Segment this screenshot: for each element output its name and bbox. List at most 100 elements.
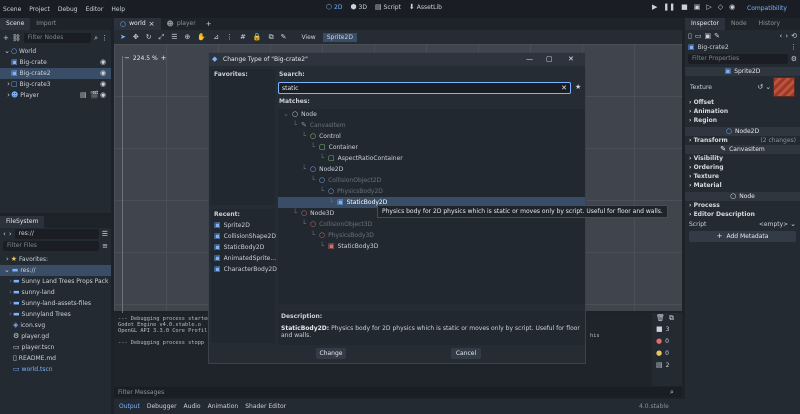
back-icon[interactable]: ‹ [780, 32, 783, 40]
scene-node-big-crate2[interactable]: ▣ Big-crate2 ◉ [0, 68, 111, 79]
tab-import[interactable]: Import [30, 18, 62, 30]
open-resource-icon[interactable]: ▭ [695, 32, 702, 40]
new-resource-icon[interactable]: ▯ [688, 32, 692, 40]
fs-item-folder[interactable]: › ▬ Sunny Land Trees Props Pack [0, 276, 111, 287]
chevron-down-icon[interactable]: └ [310, 177, 316, 184]
recent-item[interactable]: ▣ CollisionShape2D [211, 231, 276, 242]
chevron-down-icon[interactable]: └ [310, 232, 316, 239]
match-node-physicsbody3d[interactable]: └ ○ PhysicsBody3D [278, 230, 585, 241]
chevron-down-icon[interactable]: └ [328, 199, 334, 206]
scene-tab-world[interactable]: ○ world × [114, 18, 161, 30]
log-filter-warning[interactable]: ● 0 [652, 347, 682, 359]
play-scene-icon[interactable]: ▷ [706, 4, 711, 11]
match-node-staticbody3d[interactable]: └ ▣ StaticBody3D [278, 241, 585, 252]
play-custom-icon[interactable]: ◇ [718, 4, 723, 11]
tab-debugger[interactable]: Debugger [147, 403, 177, 410]
chevron-down-icon[interactable]: ⌄ [3, 48, 11, 55]
list-view-icon[interactable]: ≡ [102, 242, 108, 250]
chevron-down-icon[interactable]: └ [301, 133, 307, 140]
fs-item-res[interactable]: ⌄ ▬ res:// [0, 265, 111, 276]
menu-debug[interactable]: Debug [58, 6, 78, 13]
scene-tab-player[interactable]: ☻ player [161, 18, 202, 30]
tab-node[interactable]: Node [725, 18, 753, 30]
select-list-icon[interactable]: ☰ [171, 33, 177, 41]
remote-icon[interactable]: ▣ [694, 4, 701, 11]
group-editor-description[interactable]: › Editor Description [689, 210, 800, 219]
fs-item-file[interactable]: ▯ README.md [0, 353, 111, 364]
chevron-down-icon[interactable]: └ [310, 144, 316, 151]
change-button[interactable]: Change [316, 348, 346, 359]
script-value[interactable]: <empty> [759, 221, 788, 228]
filter-properties-input[interactable]: Filter Properties [688, 54, 788, 64]
workspace-script[interactable]: ▤ Script [375, 4, 401, 12]
type-search-input[interactable]: static ✕ [278, 82, 571, 94]
revert-icon[interactable]: ↺ [757, 83, 763, 91]
visibility-eye-icon[interactable]: ◉ [100, 81, 106, 88]
log-filter-message[interactable]: ▤ 2 [652, 359, 682, 371]
match-node-collisionobject2d[interactable]: └ ○ CollisionObject2D [278, 175, 585, 186]
tab-history[interactable]: History [753, 18, 786, 30]
group-offset[interactable]: › Offset [689, 98, 800, 107]
group-material[interactable]: › Material [689, 181, 800, 190]
add-node-icon[interactable]: + [3, 34, 9, 42]
texture-thumbnail[interactable] [773, 77, 795, 97]
match-node-control[interactable]: └ ○ Control [278, 131, 585, 142]
movie-icon[interactable]: ◉ [729, 4, 735, 11]
match-node-physicsbody2d[interactable]: └ ○ PhysicsBody2D [278, 186, 585, 197]
tab-audio[interactable]: Audio [184, 403, 201, 410]
fs-item-file[interactable]: ▭ player.tscn [0, 342, 111, 353]
group-icon[interactable]: ⧉ [269, 33, 274, 41]
tab-scene[interactable]: Scene [0, 18, 31, 30]
zoom-out-icon[interactable]: − [124, 55, 130, 62]
ruler-tool-icon[interactable]: ⊿ [213, 33, 219, 41]
fs-item-folder[interactable]: › ▬ Sunny-land-assets-files [0, 298, 111, 309]
chevron-down-icon[interactable]: └ [319, 155, 325, 162]
scene-icon[interactable]: 🎬 [90, 92, 99, 99]
group-process[interactable]: › Process [689, 201, 800, 210]
chevron-down-icon[interactable]: └ [292, 210, 298, 217]
chevron-down-icon[interactable]: └ [292, 122, 298, 129]
log-filter-info[interactable]: ■ 3 [652, 323, 682, 335]
chevron-down-icon[interactable]: └ [319, 188, 325, 195]
menu-editor[interactable]: Editor [86, 6, 104, 13]
history-icon[interactable]: ⟲ [791, 32, 797, 40]
link-icon[interactable]: ⛓ [12, 34, 21, 42]
scene-node-world[interactable]: ⌄ ○ World [0, 46, 111, 57]
menu-project[interactable]: Project [29, 6, 50, 13]
visibility-eye-icon[interactable]: ◉ [100, 92, 106, 99]
menu-scene[interactable]: Scene [3, 6, 21, 13]
match-node-aspectratiocontainer[interactable]: └ ▢ AspectRatioContainer [278, 153, 585, 164]
play-icon[interactable]: ▶ [652, 4, 657, 11]
filter-files-input[interactable]: Filter Files [3, 241, 100, 251]
view-menu[interactable]: View [301, 34, 315, 41]
group-animation[interactable]: › Animation [689, 107, 800, 116]
rotate-tool-icon[interactable]: ↻ [146, 33, 152, 41]
filter-messages-input[interactable]: Filter Messages [118, 389, 164, 396]
settings-icon[interactable]: ⚙ [791, 55, 797, 63]
workspace-3d[interactable]: ⬢ 3D [350, 4, 366, 12]
scene-node-big-crate3[interactable]: › ▢ Big-crate3 ◉ [0, 79, 111, 90]
log-filter-error[interactable]: ● 0 [652, 335, 682, 347]
more-icon[interactable]: ⋮ [101, 34, 108, 42]
fs-item-file[interactable]: ▭ world.tscn [0, 364, 111, 375]
minimize-icon[interactable]: — [526, 56, 533, 63]
chevron-down-icon[interactable]: └ [301, 166, 307, 173]
edit-icon[interactable]: ✎ [714, 32, 720, 40]
recent-item[interactable]: ▣ CharacterBody2D [211, 264, 277, 275]
group-region[interactable]: › Region [689, 116, 800, 125]
scene-node-big-crate[interactable]: ▣ Big-crate ◉ [0, 57, 111, 68]
search-icon[interactable]: ⌕ [94, 34, 98, 42]
workspace-2d[interactable]: ⬡ 2D [326, 4, 342, 12]
object-menu-icon[interactable]: ⋮ [790, 44, 797, 51]
close-icon[interactable]: ✕ [568, 56, 574, 63]
favorite-star-icon[interactable]: ★ [575, 84, 581, 91]
tab-inspector[interactable]: Inspector [685, 18, 725, 30]
fs-item-file[interactable]: ⚙ player.gd [0, 331, 111, 342]
recent-item[interactable]: ▣ Sprite2D [211, 220, 275, 231]
pivot-tool-icon[interactable]: ⊕ [185, 33, 191, 41]
group-ordering[interactable]: › Ordering [689, 163, 800, 172]
scene-node-player[interactable]: › ☻ Player ▤ 🎬 ◉ [0, 90, 111, 101]
smart-snap-icon[interactable]: ⋮ [226, 33, 233, 41]
chevron-down-icon[interactable]: └ [319, 243, 325, 250]
zoom-level[interactable]: 224.5 % [133, 55, 158, 62]
